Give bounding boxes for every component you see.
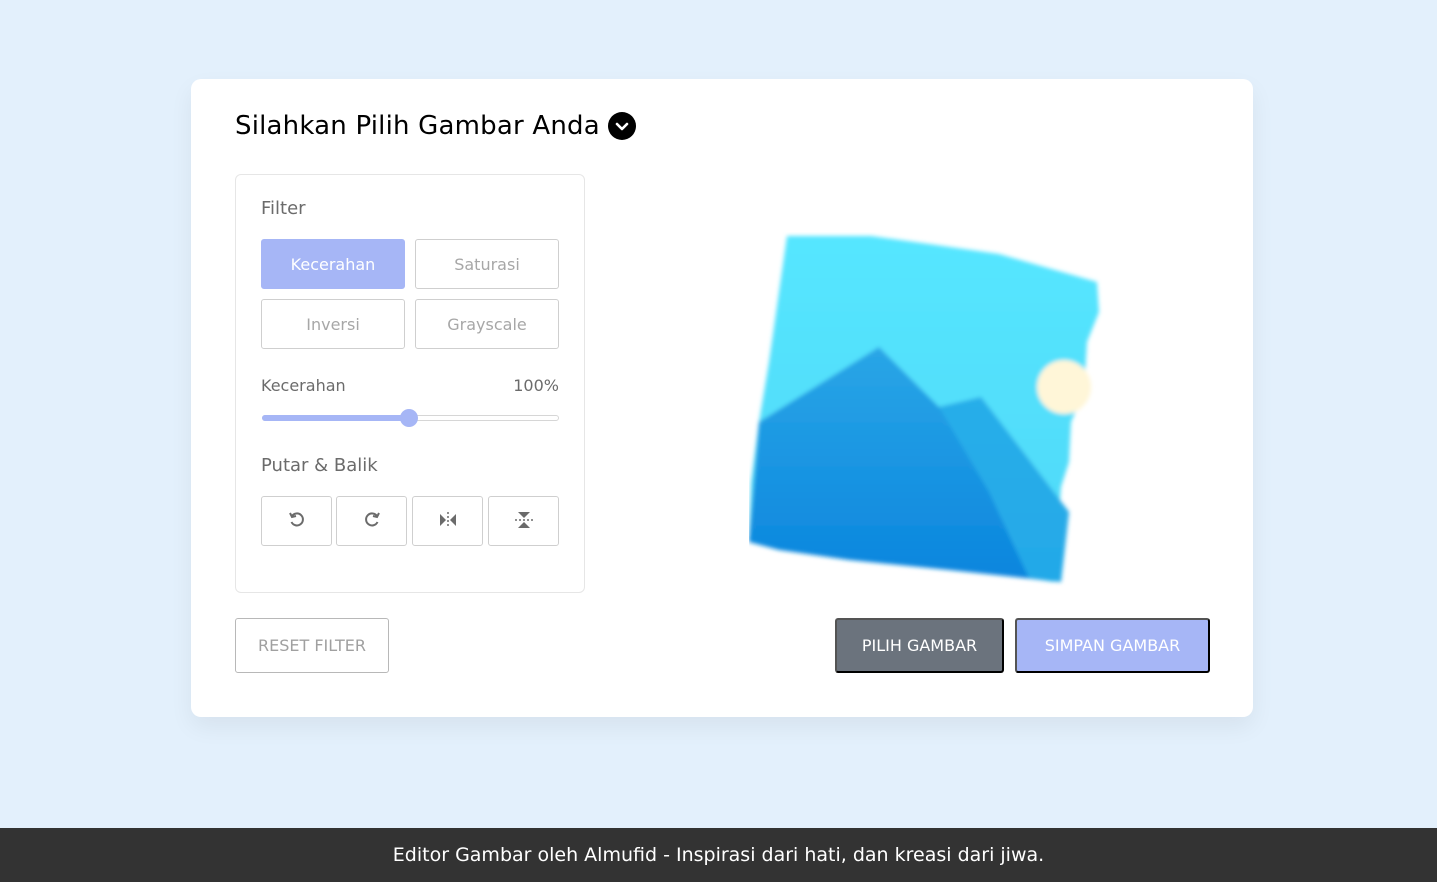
rotate-heading: Putar & Balik: [261, 455, 378, 476]
choose-image-button[interactable]: PILIH GAMBAR: [835, 618, 1004, 673]
rotate-left-button[interactable]: [261, 496, 332, 546]
slider-info: Kecerahan 100%: [261, 376, 559, 395]
flip-horizontal-button[interactable]: [412, 496, 483, 546]
image-placeholder-icon: [749, 236, 1099, 582]
rotate-right-icon: [363, 511, 381, 532]
flip-vertical-icon: [514, 510, 534, 533]
flip-horizontal-icon: [438, 511, 458, 532]
save-image-button[interactable]: SIMPAN GAMBAR: [1015, 618, 1210, 673]
rotate-right-button[interactable]: [336, 496, 407, 546]
image-preview: [749, 232, 1105, 588]
slider-name: Kecerahan: [261, 376, 346, 395]
flip-vertical-button[interactable]: [488, 496, 559, 546]
slider-value: 100%: [513, 376, 559, 395]
page-title: Silahkan Pilih Gambar Anda: [235, 111, 600, 141]
filter-brightness-button[interactable]: Kecerahan: [261, 239, 405, 289]
slider-thumb[interactable]: [400, 409, 418, 427]
rotate-left-icon: [288, 511, 306, 532]
filter-saturation-button[interactable]: Saturasi: [415, 239, 559, 289]
slider-fill: [262, 415, 410, 421]
footer-text: Editor Gambar oleh Almufid - Inspirasi d…: [392, 844, 1045, 866]
filter-grayscale-button[interactable]: Grayscale: [415, 299, 559, 349]
title-row: Silahkan Pilih Gambar Anda: [235, 111, 636, 141]
reset-filter-button[interactable]: RESET FILTER: [235, 618, 389, 673]
editor-card: Silahkan Pilih Gambar Anda Filter Kecera…: [191, 79, 1253, 717]
chevron-down-circle-icon: [607, 112, 636, 140]
filter-inversion-button[interactable]: Inversi: [261, 299, 405, 349]
filter-heading: Filter: [261, 198, 306, 219]
controls-panel: Filter Kecerahan Saturasi Inversi Graysc…: [235, 174, 585, 593]
footer: Editor Gambar oleh Almufid - Inspirasi d…: [0, 828, 1437, 882]
